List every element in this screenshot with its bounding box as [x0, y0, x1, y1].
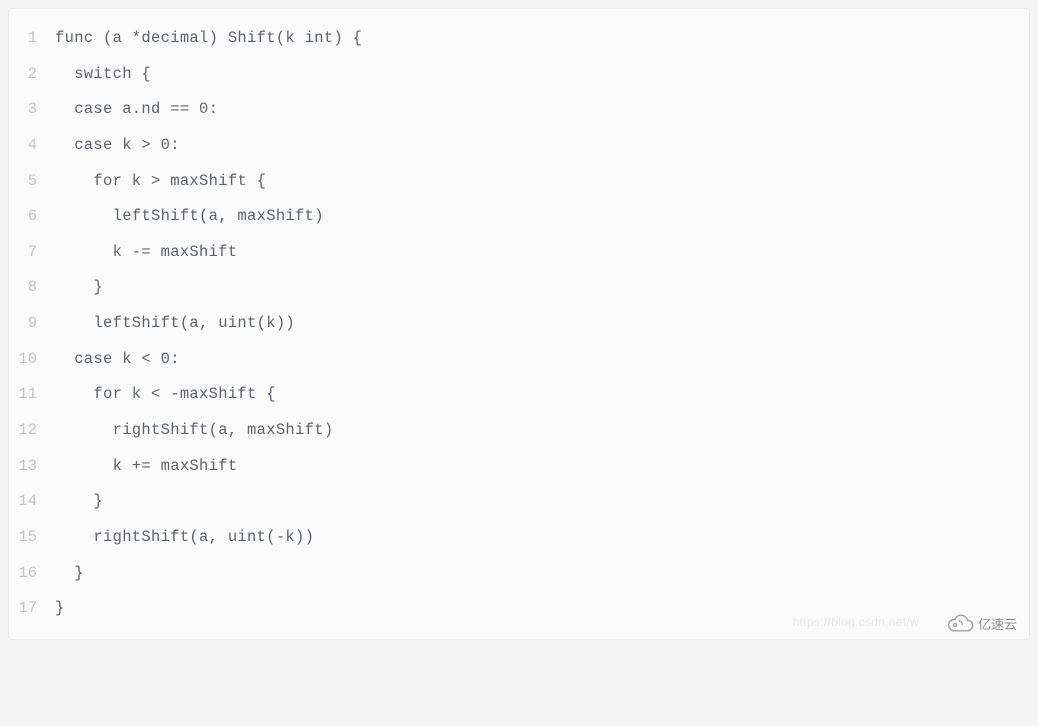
- cloud-icon: [948, 614, 974, 632]
- code-line: 1func (a *decimal) Shift(k int) {: [9, 21, 1029, 57]
- brand-name: 亿速云: [978, 614, 1017, 633]
- line-number: 12: [9, 413, 55, 449]
- code-line: 7 k -= maxShift: [9, 235, 1029, 271]
- line-number: 5: [9, 164, 55, 200]
- line-content: rightShift(a, maxShift): [55, 413, 333, 449]
- line-content: leftShift(a, maxShift): [55, 199, 324, 235]
- code-line: 4 case k > 0:: [9, 128, 1029, 164]
- line-number: 6: [9, 199, 55, 235]
- code-line: 3 case a.nd == 0:: [9, 92, 1029, 128]
- line-content: func (a *decimal) Shift(k int) {: [55, 21, 362, 57]
- line-content: leftShift(a, uint(k)): [55, 306, 295, 342]
- code-line: 5 for k > maxShift {: [9, 164, 1029, 200]
- line-number: 14: [9, 484, 55, 520]
- line-number: 3: [9, 92, 55, 128]
- line-content: switch {: [55, 57, 151, 93]
- code-line: 15 rightShift(a, uint(-k)): [9, 520, 1029, 556]
- line-number: 9: [9, 306, 55, 342]
- line-number: 16: [9, 556, 55, 592]
- line-content: case a.nd == 0:: [55, 92, 218, 128]
- line-content: rightShift(a, uint(-k)): [55, 520, 314, 556]
- code-line: 2 switch {: [9, 57, 1029, 93]
- line-content: }: [55, 591, 65, 627]
- code-line: 10 case k < 0:: [9, 342, 1029, 378]
- code-line: 11 for k < -maxShift {: [9, 377, 1029, 413]
- line-number: 15: [9, 520, 55, 556]
- line-number: 10: [9, 342, 55, 378]
- line-number: 2: [9, 57, 55, 93]
- line-number: 8: [9, 270, 55, 306]
- code-line: 16 }: [9, 556, 1029, 592]
- code-line: 13 k += maxShift: [9, 449, 1029, 485]
- code-line: 12 rightShift(a, maxShift): [9, 413, 1029, 449]
- line-content: }: [55, 556, 84, 592]
- code-line: 6 leftShift(a, maxShift): [9, 199, 1029, 235]
- line-content: }: [55, 484, 103, 520]
- brand-logo: 亿速云: [948, 614, 1017, 633]
- line-content: for k > maxShift {: [55, 164, 266, 200]
- line-content: case k > 0:: [55, 128, 180, 164]
- line-number: 4: [9, 128, 55, 164]
- line-content: k -= maxShift: [55, 235, 237, 271]
- code-block: 1func (a *decimal) Shift(k int) {2 switc…: [8, 8, 1030, 640]
- line-content: }: [55, 270, 103, 306]
- line-number: 13: [9, 449, 55, 485]
- code-line: 14 }: [9, 484, 1029, 520]
- line-content: case k < 0:: [55, 342, 180, 378]
- code-line: 9 leftShift(a, uint(k)): [9, 306, 1029, 342]
- line-number: 7: [9, 235, 55, 271]
- code-lines-container: 1func (a *decimal) Shift(k int) {2 switc…: [9, 21, 1029, 627]
- code-line: 8 }: [9, 270, 1029, 306]
- line-number: 11: [9, 377, 55, 413]
- line-content: k += maxShift: [55, 449, 237, 485]
- line-content: for k < -maxShift {: [55, 377, 276, 413]
- watermark-text: https://blog.csdn.net/w: [793, 615, 919, 629]
- line-number: 1: [9, 21, 55, 57]
- line-number: 17: [9, 591, 55, 627]
